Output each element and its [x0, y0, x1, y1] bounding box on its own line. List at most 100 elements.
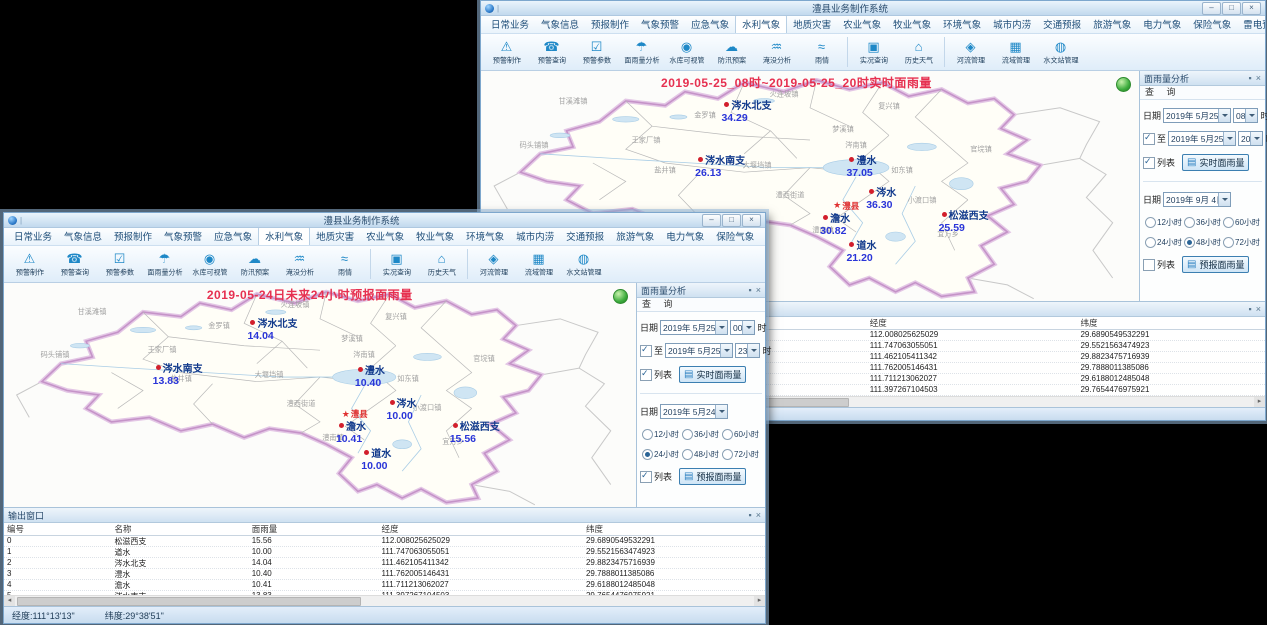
menu-tab-地质灾害[interactable]: 地质灾害	[787, 16, 837, 33]
forecast-rainfall-button[interactable]: ▤预报面雨量	[679, 468, 746, 485]
pin-icon[interactable]: ▪	[749, 510, 752, 520]
close-button[interactable]: ×	[742, 214, 761, 227]
toolbar-button[interactable]: ☂面雨量分析	[142, 250, 187, 278]
toolbar-button[interactable]: ☑预警参数	[574, 38, 619, 66]
toolbar-button[interactable]: ≈雨情	[322, 250, 367, 278]
toolbar-button[interactable]: ⌂历史天气	[419, 250, 464, 278]
live-rainfall-button[interactable]: ▤实时面雨量	[1182, 154, 1249, 171]
panel-close-icon[interactable]: ×	[1256, 73, 1261, 83]
column-header[interactable]: 纬度	[583, 523, 765, 535]
menu-tab-日常业务[interactable]: 日常业务	[8, 228, 58, 245]
toolbar-button[interactable]: ◍水文站管理	[1038, 38, 1083, 66]
menu-tab-预报制作[interactable]: 预报制作	[585, 16, 635, 33]
column-header[interactable]: 名称	[111, 523, 248, 535]
menu-tab-城市内涝[interactable]: 城市内涝	[987, 16, 1037, 33]
duration-radio-48小时[interactable]: 48小时	[682, 449, 722, 460]
toolbar-button[interactable]: ♒淹没分析	[754, 38, 799, 66]
close-button[interactable]: ×	[1242, 2, 1261, 15]
toolbar-button[interactable]: ▣实况查询	[374, 250, 419, 278]
toolbar-button[interactable]: ▦流域管理	[516, 250, 561, 278]
live-from-hour-select[interactable]: 00	[730, 320, 755, 335]
toolbar-button[interactable]: ⚠预警制作	[7, 250, 52, 278]
list-checkbox[interactable]	[1143, 157, 1155, 169]
pin-icon[interactable]: ▪	[749, 285, 752, 295]
forecast-rainfall-button[interactable]: ▤预报面雨量	[1182, 256, 1249, 273]
column-header[interactable]: 经度	[379, 523, 583, 535]
toolbar-button[interactable]: ⚠预警制作	[484, 38, 529, 66]
toolbar-button[interactable]: ☁防汛预案	[709, 38, 754, 66]
panel-close-icon[interactable]: ×	[756, 285, 761, 295]
minimize-button[interactable]: –	[1202, 2, 1221, 15]
toolbar-button[interactable]: ◈河流管理	[948, 38, 993, 66]
menu-tab-保险气象[interactable]: 保险气象	[1187, 16, 1237, 33]
menu-tab-环境气象[interactable]: 环境气象	[460, 228, 510, 245]
duration-radio-60小时[interactable]: 60小时	[1223, 217, 1262, 228]
menu-tab-气象信息[interactable]: 气象信息	[535, 16, 585, 33]
forecast-list-checkbox[interactable]	[640, 471, 652, 483]
scroll-left-icon[interactable]: ◂	[4, 596, 15, 606]
toolbar-button[interactable]: ☎预警查询	[529, 38, 574, 66]
menu-tab-农业气象[interactable]: 农业气象	[360, 228, 410, 245]
column-header[interactable]: 面雨量	[249, 523, 379, 535]
toolbar-button[interactable]: ☑预警参数	[97, 250, 142, 278]
live-to-hour-select[interactable]: 23	[735, 343, 760, 358]
to-checkbox[interactable]	[1143, 133, 1155, 145]
table-row[interactable]: 3澧水10.40111.76200514643129.7888011385086	[4, 569, 765, 580]
scroll-right-icon[interactable]: ▸	[754, 596, 765, 606]
live-from-hour-select[interactable]: 08	[1233, 108, 1258, 123]
horizontal-scrollbar[interactable]: ◂ ▸	[4, 595, 765, 606]
duration-radio-12小时[interactable]: 12小时	[642, 429, 682, 440]
duration-radio-24小时[interactable]: 24小时	[1145, 237, 1184, 248]
minimize-button[interactable]: –	[702, 214, 721, 227]
to-checkbox[interactable]	[640, 345, 652, 357]
menu-tab-气象预警[interactable]: 气象预警	[158, 228, 208, 245]
column-header[interactable]: 经度	[867, 317, 1078, 329]
pin-icon[interactable]: ▪	[1249, 73, 1252, 83]
forecast-list-checkbox[interactable]	[1143, 259, 1155, 271]
menu-tab-电力气象[interactable]: 电力气象	[660, 228, 710, 245]
menu-tab-雷电预报[interactable]: 雷电预报	[760, 228, 765, 245]
duration-radio-48小时[interactable]: 48小时	[1184, 237, 1223, 248]
menu-tab-保险气象[interactable]: 保险气象	[710, 228, 760, 245]
menu-tab-农业气象[interactable]: 农业气象	[837, 16, 887, 33]
duration-radio-60小时[interactable]: 60小时	[722, 429, 762, 440]
panel-close-icon[interactable]: ×	[1256, 304, 1261, 314]
menu-tab-旅游气象[interactable]: 旅游气象	[610, 228, 660, 245]
titlebar[interactable]: | 澧县业务制作系统 – □ ×	[481, 1, 1265, 16]
duration-radio-36小时[interactable]: 36小时	[1184, 217, 1223, 228]
menu-tab-电力气象[interactable]: 电力气象	[1137, 16, 1187, 33]
live-date-select[interactable]: 2019年 5月25日	[660, 320, 728, 335]
menu-tab-日常业务[interactable]: 日常业务	[485, 16, 535, 33]
column-header[interactable]: 纬度	[1077, 317, 1265, 329]
list-checkbox[interactable]	[640, 369, 652, 381]
menu-tab-交通预报[interactable]: 交通预报	[1037, 16, 1087, 33]
map-view[interactable]: 2019-05-24日未来24小时预报面雨量 甘溪滩镇码头铺镇王家厂镇金罗镇火连…	[4, 283, 636, 507]
table-row[interactable]: 0松滋西支15.56112.00802562502929.68905495322…	[4, 536, 765, 547]
live-rainfall-button[interactable]: ▤实时面雨量	[679, 366, 746, 383]
forecast-date-select[interactable]: 2019年 9月 4日	[1163, 192, 1231, 207]
live-to-date-select[interactable]: 2019年 5月25日	[665, 343, 733, 358]
maximize-button[interactable]: □	[722, 214, 741, 227]
menu-tab-应急气象[interactable]: 应急气象	[685, 16, 735, 33]
menu-tab-水利气象[interactable]: 水利气象	[258, 228, 310, 245]
toolbar-button[interactable]: ☎预警查询	[52, 250, 97, 278]
duration-radio-24小时[interactable]: 24小时	[642, 449, 682, 460]
toolbar-button[interactable]: ◉水库可视管	[187, 250, 232, 278]
menu-tab-交通预报[interactable]: 交通预报	[560, 228, 610, 245]
menu-tab-预报制作[interactable]: 预报制作	[108, 228, 158, 245]
duration-radio-12小时[interactable]: 12小时	[1145, 217, 1184, 228]
panel-close-icon[interactable]: ×	[756, 510, 761, 520]
titlebar[interactable]: | 澧县业务制作系统 – □ ×	[4, 213, 765, 228]
forecast-date-select[interactable]: 2019年 5月24日	[660, 404, 728, 419]
toolbar-button[interactable]: ♒淹没分析	[277, 250, 322, 278]
toolbar-button[interactable]: ▣实况查询	[851, 38, 896, 66]
toolbar-button[interactable]: ◍水文站管理	[561, 250, 606, 278]
map-locate-button[interactable]	[1116, 77, 1131, 92]
menu-tab-气象预警[interactable]: 气象预警	[635, 16, 685, 33]
live-to-date-select[interactable]: 2019年 5月25日	[1168, 131, 1236, 146]
toolbar-button[interactable]: ☁防汛预案	[232, 250, 277, 278]
live-to-hour-select[interactable]: 20	[1238, 131, 1263, 146]
maximize-button[interactable]: □	[1222, 2, 1241, 15]
table-row[interactable]: 4澹水10.41111.71121306202729.6188012485048	[4, 580, 765, 591]
duration-radio-36小时[interactable]: 36小时	[682, 429, 722, 440]
